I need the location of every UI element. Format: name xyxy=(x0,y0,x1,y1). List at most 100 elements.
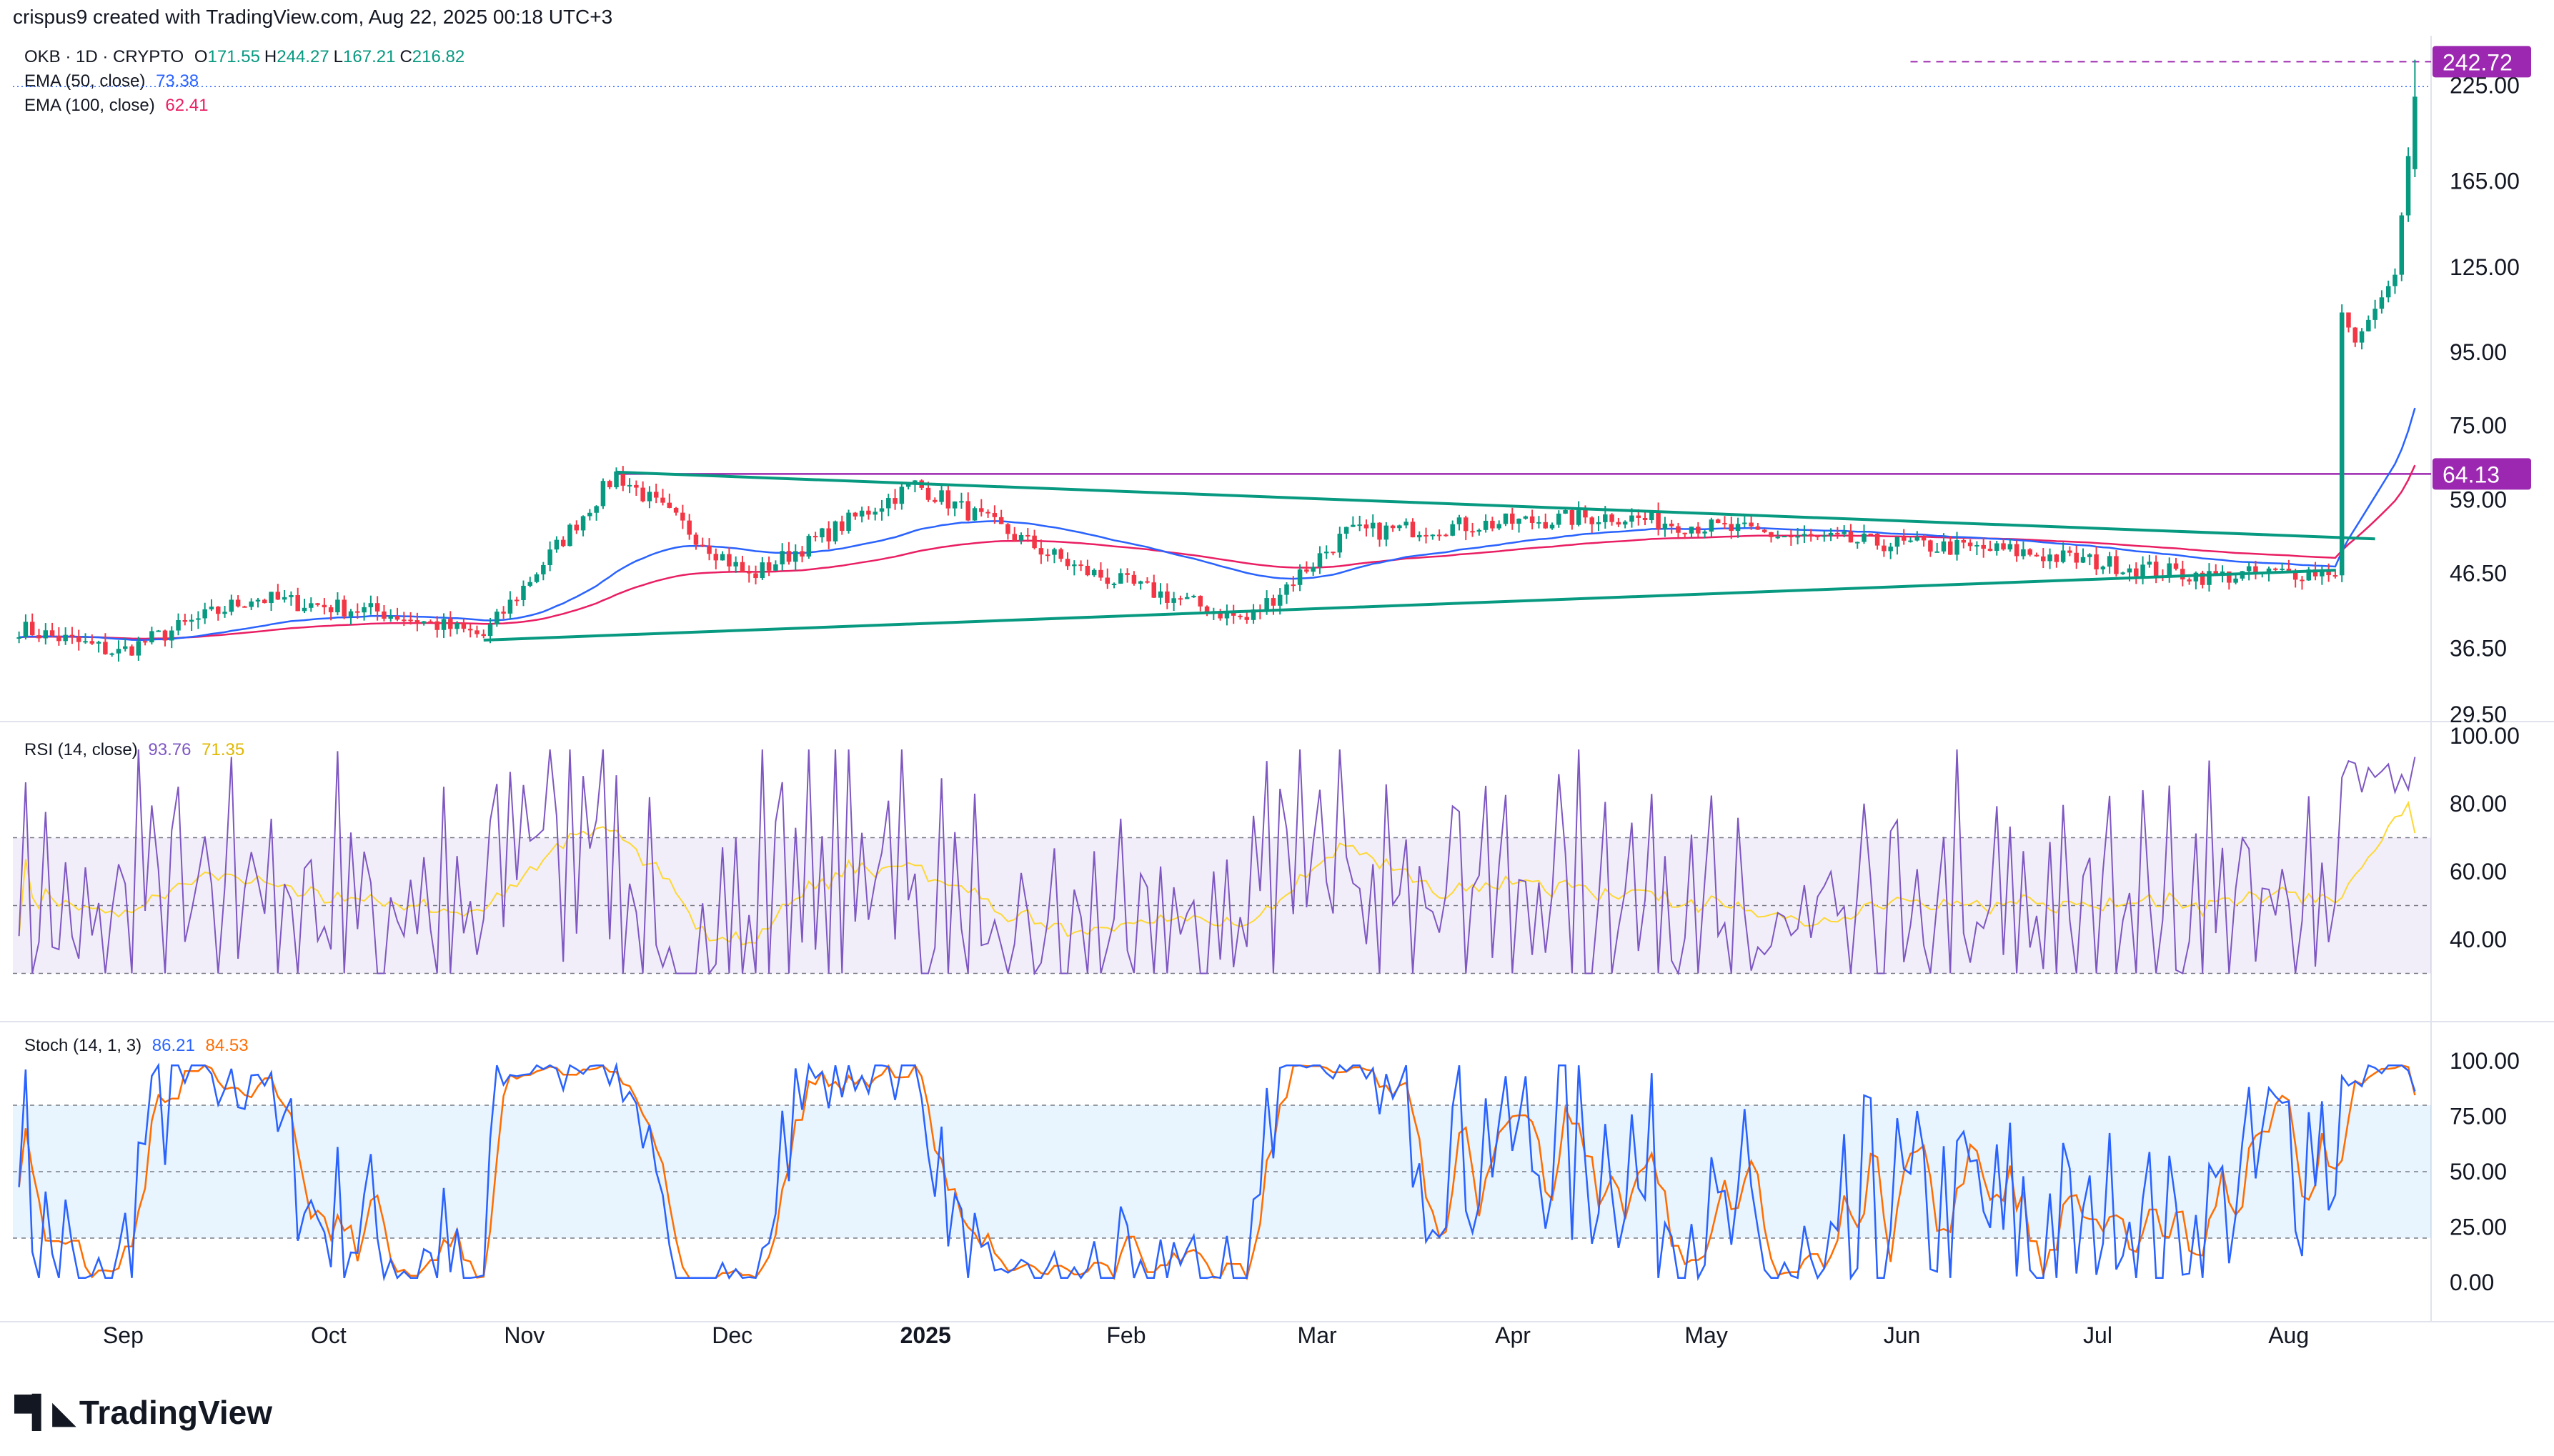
candle-body xyxy=(859,510,865,517)
candle-body xyxy=(1868,533,1874,535)
candle-body xyxy=(541,564,546,574)
candle-body xyxy=(1981,544,1986,549)
candle-body xyxy=(1331,552,1336,554)
candle-body xyxy=(1563,509,1568,514)
candle-body xyxy=(2233,578,2238,583)
candle-body xyxy=(1529,516,1535,523)
candle-body xyxy=(2280,568,2285,570)
candle-body xyxy=(2207,571,2212,585)
candle-body xyxy=(43,630,49,639)
candle-body xyxy=(2379,297,2385,309)
candle-body xyxy=(1351,524,1356,527)
candle-body xyxy=(1483,520,1489,530)
candle-body xyxy=(434,621,439,630)
candle-body xyxy=(162,630,168,641)
candle-body xyxy=(1145,581,1150,583)
candle-body xyxy=(1510,513,1515,524)
candle-body xyxy=(2246,566,2252,572)
candle-body xyxy=(262,599,267,604)
candle-body xyxy=(474,630,480,634)
candle-body xyxy=(1357,524,1362,527)
candle-body xyxy=(527,582,533,586)
price-badge-label: 242.72 xyxy=(2443,49,2513,75)
candle-body xyxy=(1184,597,1190,599)
candle-body xyxy=(2001,543,2006,550)
price-tick-label: 36.50 xyxy=(2450,636,2507,662)
candle-body xyxy=(1636,515,1641,518)
candle-body xyxy=(1974,544,1979,547)
candle-body xyxy=(29,622,35,636)
candle-body xyxy=(1583,510,1588,518)
chart-canvas[interactable]: USD225.00165.00125.0095.0075.0059.0046.5… xyxy=(0,0,2554,1456)
candle-body xyxy=(1789,536,1794,538)
candle-body xyxy=(2047,554,2052,562)
candle-body xyxy=(1835,532,1840,534)
candle-body xyxy=(1549,524,1555,529)
candle-body xyxy=(760,562,765,579)
candle-body xyxy=(1496,524,1501,529)
candle-body xyxy=(315,603,320,605)
candle-body xyxy=(501,612,506,614)
candle-body xyxy=(753,573,758,579)
candle-body xyxy=(1967,542,1973,547)
candle-body xyxy=(2366,319,2371,331)
candle-body xyxy=(1464,517,1469,532)
candle-body xyxy=(2359,331,2365,343)
candle-body xyxy=(2147,562,2152,565)
candle-body xyxy=(1191,596,1196,598)
candle-body xyxy=(1908,540,1913,542)
candle-body xyxy=(945,490,951,509)
candle-body xyxy=(1038,548,1044,555)
candle-body xyxy=(2332,575,2338,577)
price-badge-label: 64.13 xyxy=(2443,462,2500,487)
candle-body xyxy=(1569,509,1575,525)
candle-body xyxy=(1676,526,1681,533)
candle-body xyxy=(1682,532,1688,534)
candle-body xyxy=(594,506,599,513)
candle-body xyxy=(1337,534,1343,553)
candle-body xyxy=(2385,286,2391,298)
candle-body xyxy=(1596,522,1601,524)
candle-body xyxy=(1125,573,1130,575)
candle-body xyxy=(1742,522,1747,524)
candle-body xyxy=(1058,549,1063,559)
candle-body xyxy=(965,501,970,521)
candle-body xyxy=(600,481,606,507)
candle-body xyxy=(1045,554,1050,557)
candle-body xyxy=(1755,526,1761,530)
time-axis-label: Jun xyxy=(1884,1322,1921,1348)
candle-body xyxy=(680,512,685,521)
tradingview-logo[interactable]: ▀▍◣ TradingView xyxy=(14,1393,272,1432)
candle-body xyxy=(640,487,645,502)
candle-body xyxy=(713,554,719,561)
candle-body xyxy=(1921,537,1927,541)
candle-body xyxy=(1556,513,1561,525)
candle-body xyxy=(2140,564,2145,577)
candle-body xyxy=(149,631,154,643)
time-axis-label: 2025 xyxy=(900,1322,951,1348)
candle-body xyxy=(773,564,778,571)
candle-body xyxy=(534,574,540,582)
candle-body xyxy=(2034,554,2039,557)
time-axis-label: Dec xyxy=(712,1322,752,1348)
candle-body xyxy=(554,539,560,550)
candle-body xyxy=(1822,535,1827,537)
candle-body xyxy=(1954,539,1959,555)
candle-body xyxy=(1702,532,1707,534)
candle-body xyxy=(1423,534,1428,537)
candle-body xyxy=(667,502,672,508)
candle-body xyxy=(1323,552,1329,554)
candle-body xyxy=(122,646,128,649)
candle-body xyxy=(69,634,75,637)
time-axis-label: Feb xyxy=(1106,1322,1146,1348)
candle-body xyxy=(992,513,998,517)
candle-body xyxy=(295,595,300,612)
candle-body xyxy=(1297,569,1303,585)
candle-body xyxy=(1052,549,1057,555)
candle-body xyxy=(846,512,851,532)
candle-body xyxy=(1284,584,1289,595)
candle-body xyxy=(2352,327,2358,343)
candle-body xyxy=(833,521,838,542)
candle-body xyxy=(580,516,586,531)
candle-body xyxy=(972,508,978,521)
